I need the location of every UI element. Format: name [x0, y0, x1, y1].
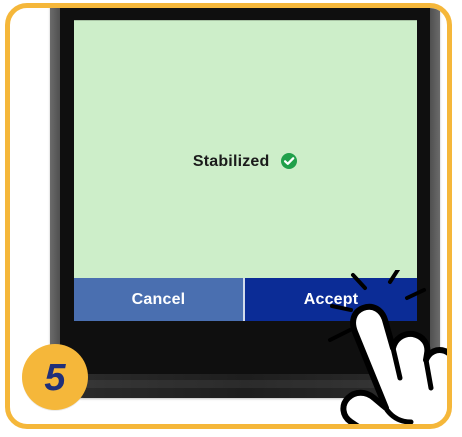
accept-button[interactable]: Accept — [245, 278, 417, 321]
phone-device: Stabilized Cancel Accept — [50, 8, 440, 398]
phone-screen: Stabilized Cancel Accept — [74, 20, 417, 321]
status-text: Stabilized — [192, 153, 270, 170]
step-number: 5 — [44, 356, 66, 399]
step-badge: 5 — [22, 344, 88, 410]
status-message: Stabilized — [74, 153, 417, 171]
check-circle-icon — [280, 152, 298, 170]
cancel-button[interactable]: Cancel — [74, 278, 245, 321]
tutorial-frame: Stabilized Cancel Accept 5 — [5, 3, 452, 429]
cancel-button-label: Cancel — [131, 290, 186, 308]
phone-bottom-edge — [80, 380, 410, 388]
bottom-action-bar: Cancel Accept — [74, 278, 417, 321]
accept-button-label: Accept — [303, 290, 359, 308]
